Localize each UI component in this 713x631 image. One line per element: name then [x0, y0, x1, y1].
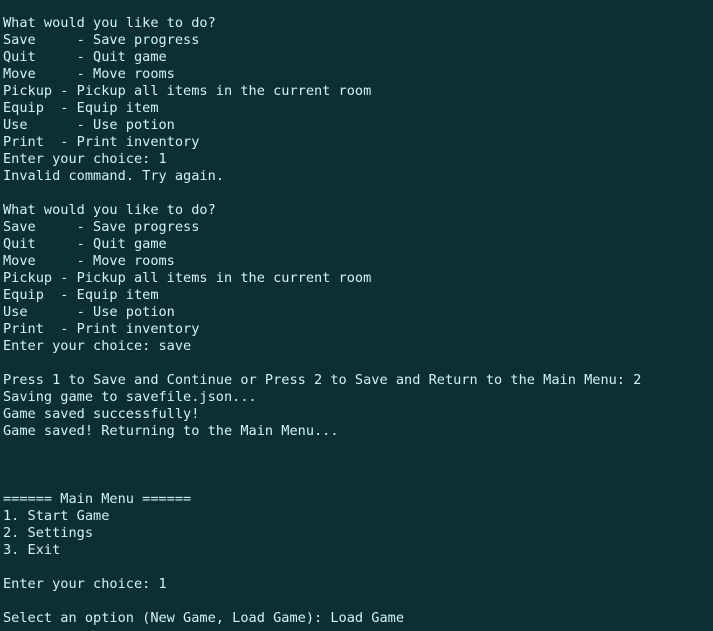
terminal-line: Use - Use potion — [3, 117, 175, 133]
terminal-line: Save - Save progress — [3, 219, 200, 235]
terminal-window[interactable]: What would you like to do? Save - Save p… — [0, 0, 713, 631]
terminal-line: 3. Exit — [3, 542, 61, 558]
terminal-line: 1. Start Game — [3, 508, 110, 524]
terminal-line: What would you like to do? — [3, 202, 216, 218]
terminal-line: Save - Save progress — [3, 32, 200, 48]
terminal-line: Enter your choice: 1 — [3, 576, 167, 592]
terminal-output: What would you like to do? Save - Save p… — [3, 15, 641, 627]
terminal-line: Game saved! Returning to the Main Menu..… — [3, 423, 339, 439]
terminal-line: Move - Move rooms — [3, 66, 175, 82]
terminal-line: Enter your choice: save — [3, 338, 192, 354]
terminal-line: Print - Print inventory — [3, 134, 200, 150]
terminal-line: Move - Move rooms — [3, 253, 175, 269]
terminal-line: Enter your choice: 1 — [3, 151, 167, 167]
terminal-line: Saving game to savefile.json... — [3, 389, 257, 405]
terminal-line: Equip - Equip item — [3, 287, 159, 303]
terminal-line: Use - Use potion — [3, 304, 175, 320]
terminal-line: ====== Main Menu ====== — [3, 491, 192, 507]
terminal-line: 2. Settings — [3, 525, 94, 541]
terminal-line: What would you like to do? — [3, 15, 216, 31]
terminal-line: Invalid command. Try again. — [3, 168, 224, 184]
terminal-line: Pickup - Pickup all items in the current… — [3, 83, 372, 99]
terminal-line: Press 1 to Save and Continue or Press 2 … — [3, 372, 642, 388]
terminal-line: Print - Print inventory — [3, 321, 200, 337]
terminal-line: Quit - Quit game — [3, 49, 167, 65]
terminal-line: Select an option (New Game, Load Game): … — [3, 610, 405, 626]
terminal-line: Quit - Quit game — [3, 236, 167, 252]
terminal-line: Game saved successfully! — [3, 406, 200, 422]
terminal-line: Pickup - Pickup all items in the current… — [3, 270, 372, 286]
terminal-line: Equip - Equip item — [3, 100, 159, 116]
